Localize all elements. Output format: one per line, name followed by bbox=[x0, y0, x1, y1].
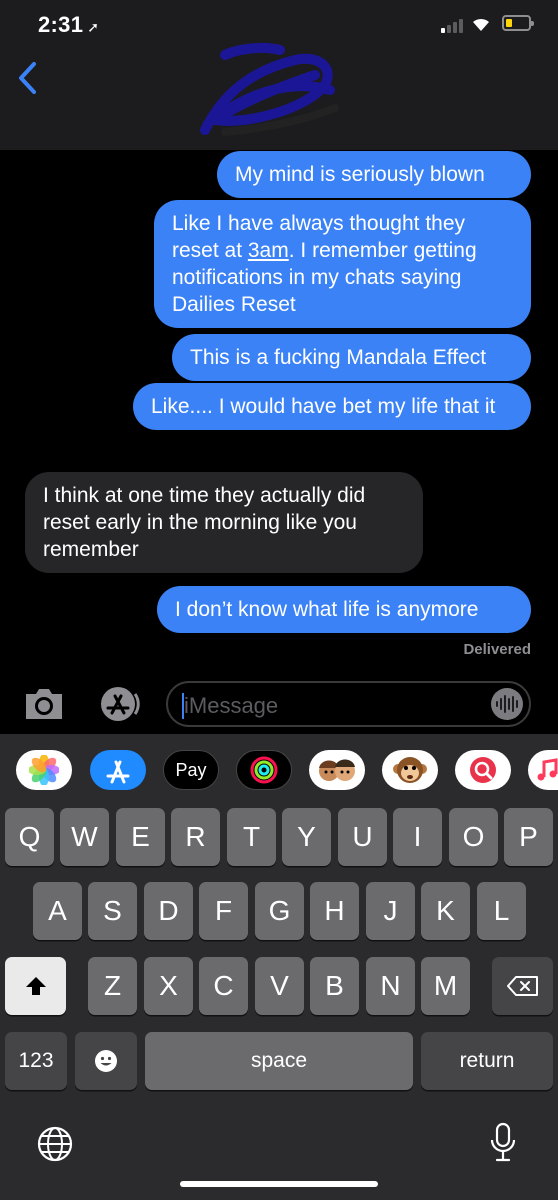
space-key[interactable]: space bbox=[145, 1032, 413, 1090]
microphone-icon[interactable] bbox=[490, 1122, 516, 1164]
key-v[interactable]: V bbox=[255, 957, 304, 1015]
shift-arrow-icon bbox=[25, 977, 46, 995]
conversation-header: 2:31 ➚ bbox=[0, 0, 558, 150]
music-icon[interactable] bbox=[528, 750, 558, 790]
status-time: 2:31 ➚ bbox=[38, 12, 99, 38]
key-r[interactable]: R bbox=[171, 808, 220, 866]
imessage-input[interactable]: iMessage bbox=[166, 681, 531, 727]
key-w[interactable]: W bbox=[60, 808, 109, 866]
key-i[interactable]: I bbox=[393, 808, 442, 866]
keyboard: Pay Q W E R T Y U I O P A S D F G H J K … bbox=[0, 734, 558, 1200]
key-c[interactable]: C bbox=[199, 957, 248, 1015]
message-text: I think at one time they actually did re… bbox=[43, 484, 366, 561]
key-s[interactable]: S bbox=[88, 882, 137, 940]
numbers-key[interactable]: 123 bbox=[5, 1032, 67, 1090]
key-u[interactable]: U bbox=[338, 808, 387, 866]
apple-pay-icon[interactable]: Pay bbox=[163, 750, 219, 790]
key-p[interactable]: P bbox=[504, 808, 553, 866]
globe-icon[interactable] bbox=[37, 1126, 73, 1162]
delivered-status: Delivered bbox=[463, 641, 531, 658]
key-q[interactable]: Q bbox=[5, 808, 54, 866]
key-y[interactable]: Y bbox=[282, 808, 331, 866]
app-store-icon bbox=[101, 687, 140, 721]
key-g[interactable]: G bbox=[255, 882, 304, 940]
key-j[interactable]: J bbox=[366, 882, 415, 940]
key-t[interactable]: T bbox=[227, 808, 276, 866]
clock-text: 2:31 bbox=[38, 12, 84, 37]
key-n[interactable]: N bbox=[366, 957, 415, 1015]
activity-icon[interactable] bbox=[236, 750, 292, 790]
message-bubble-incoming[interactable]: I think at one time they actually did re… bbox=[25, 472, 423, 573]
audio-message-icon[interactable] bbox=[491, 688, 523, 720]
message-bubble-outgoing[interactable]: Like I have always thought they reset at… bbox=[154, 200, 531, 328]
apple-pay-label: Pay bbox=[175, 759, 207, 780]
message-text: My mind is seriously blown bbox=[235, 163, 485, 186]
key-x[interactable]: X bbox=[144, 957, 193, 1015]
app-store-icon[interactable] bbox=[90, 750, 146, 790]
home-indicator[interactable] bbox=[180, 1181, 378, 1187]
key-o[interactable]: O bbox=[449, 808, 498, 866]
key-m[interactable]: M bbox=[421, 957, 470, 1015]
location-arrow-icon: ➚ bbox=[87, 19, 100, 35]
key-z[interactable]: Z bbox=[88, 957, 137, 1015]
app-strip: Pay bbox=[0, 734, 558, 802]
memoji-icon[interactable] bbox=[309, 750, 365, 790]
cellular-signal-icon bbox=[441, 19, 463, 33]
camera-icon[interactable] bbox=[22, 686, 66, 722]
time-data-detector-link[interactable]: 3am bbox=[248, 239, 289, 262]
emoji-key[interactable] bbox=[75, 1032, 137, 1090]
key-e[interactable]: E bbox=[116, 808, 165, 866]
chevron-left-icon[interactable] bbox=[14, 58, 40, 98]
return-key[interactable]: return bbox=[421, 1032, 553, 1090]
backspace-icon bbox=[506, 976, 538, 996]
key-h[interactable]: H bbox=[310, 882, 359, 940]
key-d[interactable]: D bbox=[144, 882, 193, 940]
animoji-icon[interactable] bbox=[382, 750, 438, 790]
key-k[interactable]: K bbox=[421, 882, 470, 940]
app-drawer-button[interactable] bbox=[94, 684, 142, 724]
emoji-icon bbox=[95, 1050, 117, 1072]
photos-app-icon[interactable] bbox=[16, 750, 72, 790]
shift-key[interactable] bbox=[5, 957, 66, 1015]
delete-key[interactable] bbox=[492, 957, 553, 1015]
key-f[interactable]: F bbox=[199, 882, 248, 940]
battery-icon bbox=[502, 15, 534, 31]
message-bubble-outgoing[interactable]: This is a fucking Mandala Effect bbox=[172, 334, 531, 381]
key-a[interactable]: A bbox=[33, 882, 82, 940]
message-text: I don’t know what life is anymore bbox=[175, 598, 479, 621]
message-bubble-outgoing[interactable]: Like.... I would have bet my life that i… bbox=[133, 383, 531, 430]
images-search-icon[interactable] bbox=[455, 750, 511, 790]
key-b[interactable]: B bbox=[310, 957, 359, 1015]
key-l[interactable]: L bbox=[477, 882, 526, 940]
message-text: This is a fucking Mandala Effect bbox=[190, 346, 487, 369]
wifi-icon bbox=[473, 18, 489, 31]
redacted-contact-scribble[interactable] bbox=[185, 30, 345, 140]
message-text: Like.... I would have bet my life that i… bbox=[151, 395, 496, 418]
message-bubble-outgoing[interactable]: I don’t know what life is anymore bbox=[157, 586, 531, 633]
message-bubble-outgoing[interactable]: My mind is seriously blown bbox=[217, 151, 531, 198]
input-placeholder: iMessage bbox=[184, 693, 279, 718]
